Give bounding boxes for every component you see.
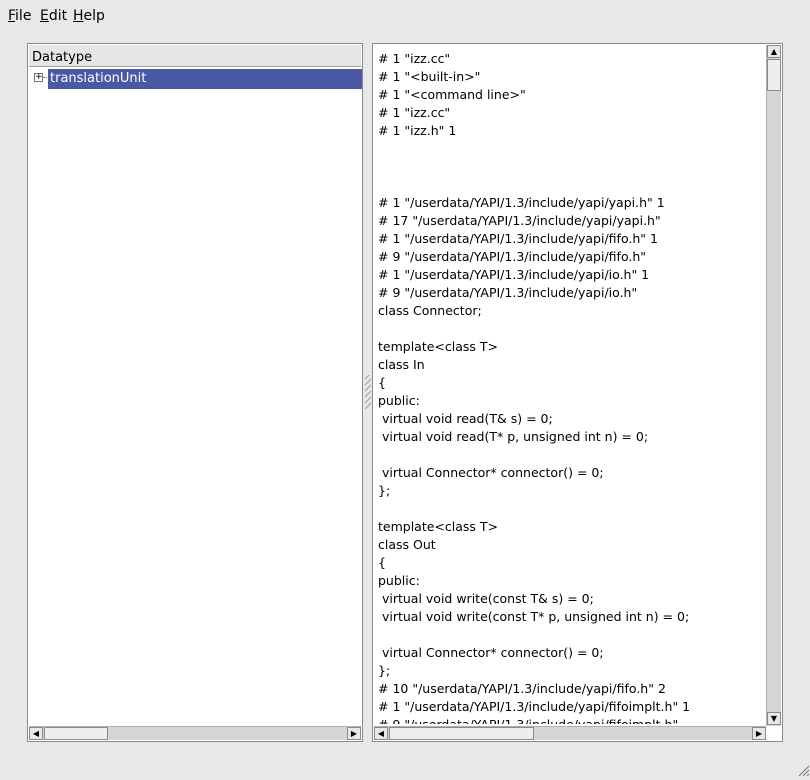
source-line: # 1 "/userdata/YAPI/1.3/include/yapi/fif… — [378, 231, 658, 246]
source-line — [378, 446, 763, 464]
source-line: { — [378, 375, 386, 390]
source-line — [378, 500, 763, 518]
source-line: { — [378, 555, 386, 570]
source-line: }; — [378, 483, 391, 498]
source-line: # 9 "/userdata/YAPI/1.3/include/yapi/fif… — [378, 249, 647, 264]
source-line: virtual void read(T& s) = 0; — [378, 411, 553, 426]
source-line: public: — [378, 573, 420, 588]
source-view-pane: # 1 "izz.cc" # 1 "<built-in>" # 1 "<comman… — [372, 43, 783, 742]
scroll-right-arrow-icon[interactable]: ▶ — [347, 727, 361, 740]
source-line: virtual void read(T* p, unsigned int n) … — [378, 429, 649, 444]
source-line: # 1 "<command line>" — [378, 87, 526, 102]
source-line: # 1 "izz.h" 1 — [378, 123, 457, 138]
source-code-text[interactable]: # 1 "izz.cc" # 1 "<built-in>" # 1 "<comman… — [378, 50, 763, 724]
menu-bar: File Edit Help — [0, 0, 810, 32]
menu-edit[interactable]: Edit — [40, 8, 67, 24]
source-line: template<class T> — [378, 519, 499, 534]
right-vertical-scrollbar[interactable]: ▲ ▼ — [766, 45, 781, 726]
source-line — [378, 140, 763, 158]
source-line: }; — [378, 663, 391, 678]
source-line: template<class T> — [378, 339, 499, 354]
right-horizontal-scrollbar[interactable]: ◀ ▶ — [374, 726, 766, 740]
scroll-left-arrow-icon[interactable]: ◀ — [374, 727, 388, 740]
source-line: # 9 "/userdata/YAPI/1.3/include/yapi/io.… — [378, 285, 638, 300]
source-line: # 1 "/userdata/YAPI/1.3/include/yapi/fif… — [378, 699, 691, 714]
resize-grip-icon — [798, 765, 810, 777]
scroll-right-arrow-icon[interactable]: ▶ — [752, 727, 766, 740]
window-resize-grip[interactable] — [796, 763, 810, 777]
source-line: virtual Connector* connector() = 0; — [378, 645, 604, 660]
pane-splitter-handle[interactable] — [364, 372, 372, 410]
source-line — [378, 320, 763, 338]
grip-icon — [364, 372, 372, 410]
source-line: virtual void write(const T& s) = 0; — [378, 591, 594, 606]
source-line: public: — [378, 393, 420, 408]
source-line: class Out — [378, 537, 436, 552]
menu-help[interactable]: Help — [73, 8, 105, 24]
source-line: # 17 "/userdata/YAPI/1.3/include/yapi/ya… — [378, 213, 661, 228]
source-line: # 1 "/userdata/YAPI/1.3/include/yapi/yap… — [378, 195, 665, 210]
source-line: # 1 "izz.cc" — [378, 51, 451, 66]
source-line: # 1 "<built-in>" — [378, 69, 481, 84]
source-line: # 9 "/userdata/YAPI/1.3/include/yapi/fif… — [378, 716, 763, 724]
datatype-tree-pane: Datatype + translationUnit ◀ ▶ — [27, 43, 363, 742]
menu-file[interactable]: File — [8, 8, 31, 24]
scroll-thumb[interactable] — [44, 727, 108, 740]
tree-item-translation-unit[interactable]: translationUnit — [48, 69, 362, 89]
source-line: class Connector; — [378, 303, 482, 318]
vertical-scroll-thumb[interactable] — [767, 59, 781, 91]
source-line: virtual void write(const T* p, unsigned … — [378, 609, 690, 624]
tree-expander-icon[interactable]: + — [34, 73, 43, 82]
column-header-datatype[interactable]: Datatype — [29, 45, 361, 67]
scroll-up-arrow-icon[interactable]: ▲ — [767, 45, 781, 58]
source-line: # 10 "/userdata/YAPI/1.3/include/yapi/fi… — [378, 681, 666, 696]
source-line — [378, 158, 763, 176]
scroll-thumb[interactable] — [389, 727, 534, 740]
source-line: # 1 "/userdata/YAPI/1.3/include/yapi/io.… — [378, 267, 650, 282]
source-line: # 1 "izz.cc" — [378, 105, 451, 120]
scroll-left-arrow-icon[interactable]: ◀ — [29, 727, 43, 740]
left-horizontal-scrollbar[interactable]: ◀ ▶ — [29, 726, 361, 740]
source-line — [378, 176, 763, 194]
scroll-down-arrow-icon[interactable]: ▼ — [767, 712, 781, 725]
source-line: virtual Connector* connector() = 0; — [378, 465, 604, 480]
source-line — [378, 626, 763, 644]
source-line: class In — [378, 357, 425, 372]
